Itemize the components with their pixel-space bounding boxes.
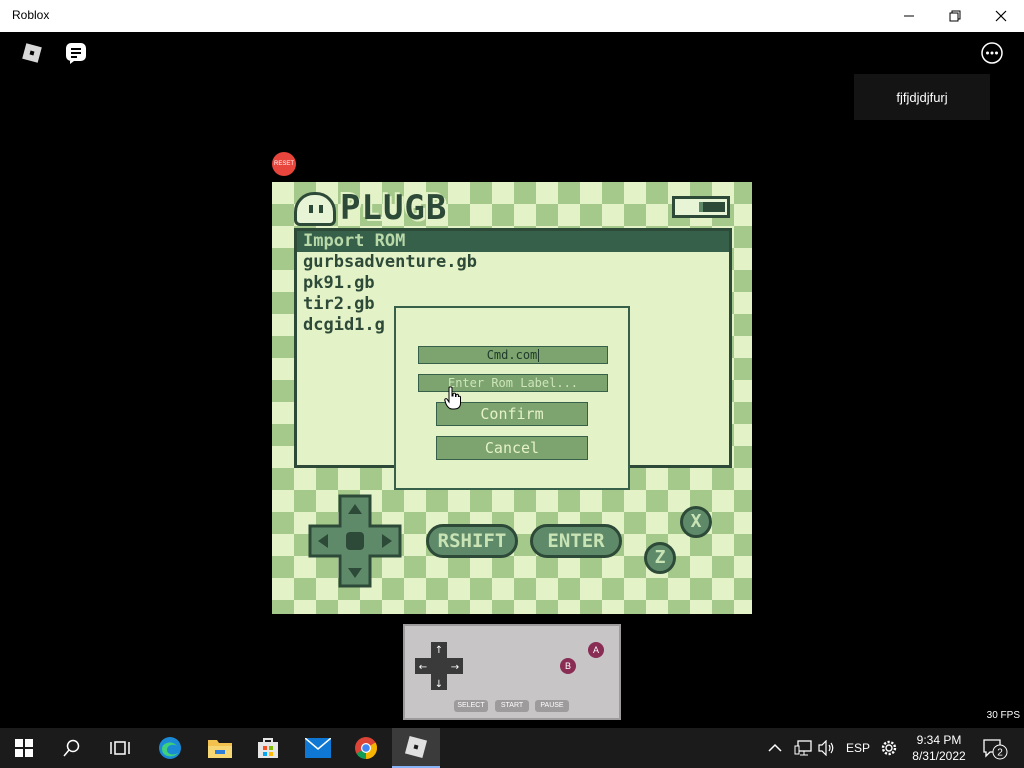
language-label: ESP <box>846 741 871 755</box>
notification-icon: 2 <box>983 739 1008 760</box>
network-tray[interactable] <box>794 728 812 768</box>
start-button[interactable]: START <box>495 700 529 712</box>
dpad[interactable] <box>308 494 402 588</box>
rom-item[interactable]: gurbsadventure.gb <box>297 252 729 273</box>
b-button[interactable]: B <box>560 658 576 674</box>
more-options-icon[interactable] <box>980 41 1004 65</box>
window-titlebar: Roblox <box>0 0 1024 32</box>
taskbar-clock[interactable]: 9:34 PM 8/31/2022 <box>906 732 972 764</box>
rshift-button[interactable]: RSHIFT <box>426 524 518 558</box>
reset-label: RESET <box>273 161 294 167</box>
battery-icon <box>672 196 730 218</box>
svg-text:↑: ↑ <box>435 645 443 656</box>
game-viewport[interactable]: fjfjdjdjfurj RESET PLUGB Import ROM gurb… <box>0 32 1024 728</box>
player-name: fjfjdjdjfurj <box>896 89 948 105</box>
a-button[interactable]: A <box>588 642 604 658</box>
close-button[interactable] <box>978 0 1024 32</box>
mail-app[interactable] <box>294 728 342 768</box>
taskbar: ESP 9:34 PM 8/31/2022 2 <box>0 728 1024 768</box>
rom-item-import[interactable]: Import ROM <box>297 231 729 252</box>
rom-name-input[interactable]: Cmd.com <box>418 346 608 364</box>
z-button[interactable]: Z <box>644 542 676 574</box>
fps-counter: 30 FPS <box>986 710 1020 721</box>
enter-button[interactable]: ENTER <box>530 524 622 558</box>
hand-cursor-icon <box>444 386 461 410</box>
network-icon <box>794 740 812 756</box>
mail-icon <box>305 738 331 758</box>
folder-icon <box>208 740 232 758</box>
task-view-button[interactable] <box>96 728 144 768</box>
task-view-icon <box>110 741 130 755</box>
rom-name-value: Cmd.com <box>486 348 538 362</box>
reset-button[interactable]: RESET <box>272 152 296 176</box>
settings-tray[interactable] <box>880 728 898 768</box>
mini-dpad[interactable]: ↑ ↓ ← → <box>415 642 463 690</box>
clock-date: 8/31/2022 <box>912 749 966 763</box>
emulator-logo: PLUGB <box>340 188 448 228</box>
microsoft-store-app[interactable] <box>244 728 292 768</box>
svg-text:←: ← <box>419 662 427 673</box>
logo-mascot-icon <box>294 192 336 226</box>
rom-item[interactable]: pk91.gb <box>297 273 729 294</box>
file-explorer-app[interactable] <box>196 728 244 768</box>
volume-tray[interactable] <box>818 728 836 768</box>
svg-text:→: → <box>451 662 459 673</box>
volume-icon <box>818 740 834 756</box>
input-language[interactable]: ESP <box>846 728 870 768</box>
clock-time: 9:34 PM <box>916 733 962 747</box>
edge-app[interactable] <box>146 728 194 768</box>
minimize-icon <box>904 15 914 17</box>
action-center-button[interactable]: 2 <box>982 738 1008 760</box>
chrome-app[interactable] <box>342 728 390 768</box>
player-list-entry[interactable]: fjfjdjdjfurj <box>854 74 990 120</box>
minimize-button[interactable] <box>886 0 932 32</box>
notification-count: 2 <box>997 748 1003 759</box>
pause-button[interactable]: PAUSE <box>535 700 569 712</box>
roblox-app[interactable] <box>392 728 440 768</box>
gear-icon <box>881 740 897 756</box>
roblox-menu-icon[interactable] <box>20 41 44 65</box>
select-button[interactable]: SELECT <box>454 700 488 712</box>
import-rom-dialog: Cmd.com Enter Rom Label... Confirm Cance… <box>394 306 630 490</box>
window-title: Roblox <box>12 8 50 22</box>
restore-icon <box>949 10 961 22</box>
virtual-gamepad: ↑ ↓ ← → A B SELECT START PAUSE <box>403 624 621 720</box>
emulator-screen: PLUGB Import ROM gurbsadventure.gb pk91.… <box>272 182 752 614</box>
chevron-up-icon <box>768 743 782 752</box>
start-button[interactable] <box>0 728 48 768</box>
edge-icon <box>159 737 181 759</box>
svg-text:↓: ↓ <box>435 679 443 690</box>
text-caret <box>538 349 540 362</box>
taskbar-search-button[interactable] <box>48 728 96 768</box>
chrome-icon <box>355 737 377 759</box>
x-button[interactable]: X <box>680 506 712 538</box>
show-hidden-icons-button[interactable] <box>768 728 782 768</box>
roblox-icon <box>404 735 428 759</box>
cancel-button[interactable]: Cancel <box>436 436 588 460</box>
search-icon <box>63 739 80 757</box>
windows-logo-icon <box>15 739 33 757</box>
chat-icon[interactable] <box>64 41 88 65</box>
restore-button[interactable] <box>932 0 978 32</box>
store-icon <box>258 738 278 758</box>
close-icon <box>995 10 1007 22</box>
